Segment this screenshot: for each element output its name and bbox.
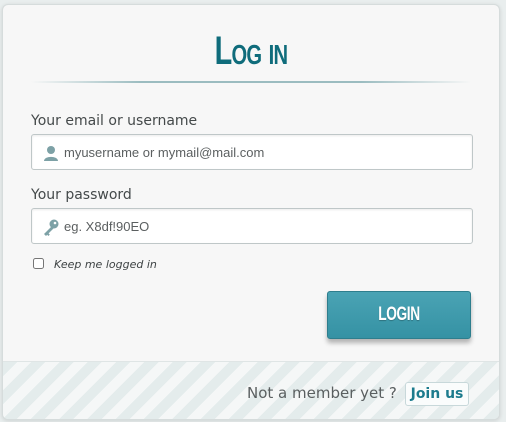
keep-logged-in-checkbox[interactable] (33, 258, 44, 269)
username-input[interactable] (64, 135, 464, 169)
keep-logged-in-label[interactable]: Keep me logged in (54, 258, 157, 271)
username-field[interactable] (31, 134, 473, 170)
login-panel: Log in Your email or username Your passw… (2, 4, 500, 420)
password-label: Your password (31, 187, 132, 203)
user-icon (42, 144, 60, 162)
title-text: Log in (214, 29, 289, 73)
page-title: Log in (72, 29, 429, 73)
not-member-text: Not a member yet ? (247, 384, 397, 402)
password-input[interactable] (64, 209, 464, 243)
password-field[interactable] (31, 208, 473, 244)
join-us-button[interactable]: Join us (405, 382, 469, 406)
username-label: Your email or username (31, 113, 198, 129)
login-button-label: LOGIN (378, 304, 420, 325)
footer: Not a member yet ? Join us (3, 361, 499, 419)
key-icon (42, 218, 60, 236)
title-divider (31, 81, 471, 83)
login-button[interactable]: LOGIN (327, 291, 471, 339)
